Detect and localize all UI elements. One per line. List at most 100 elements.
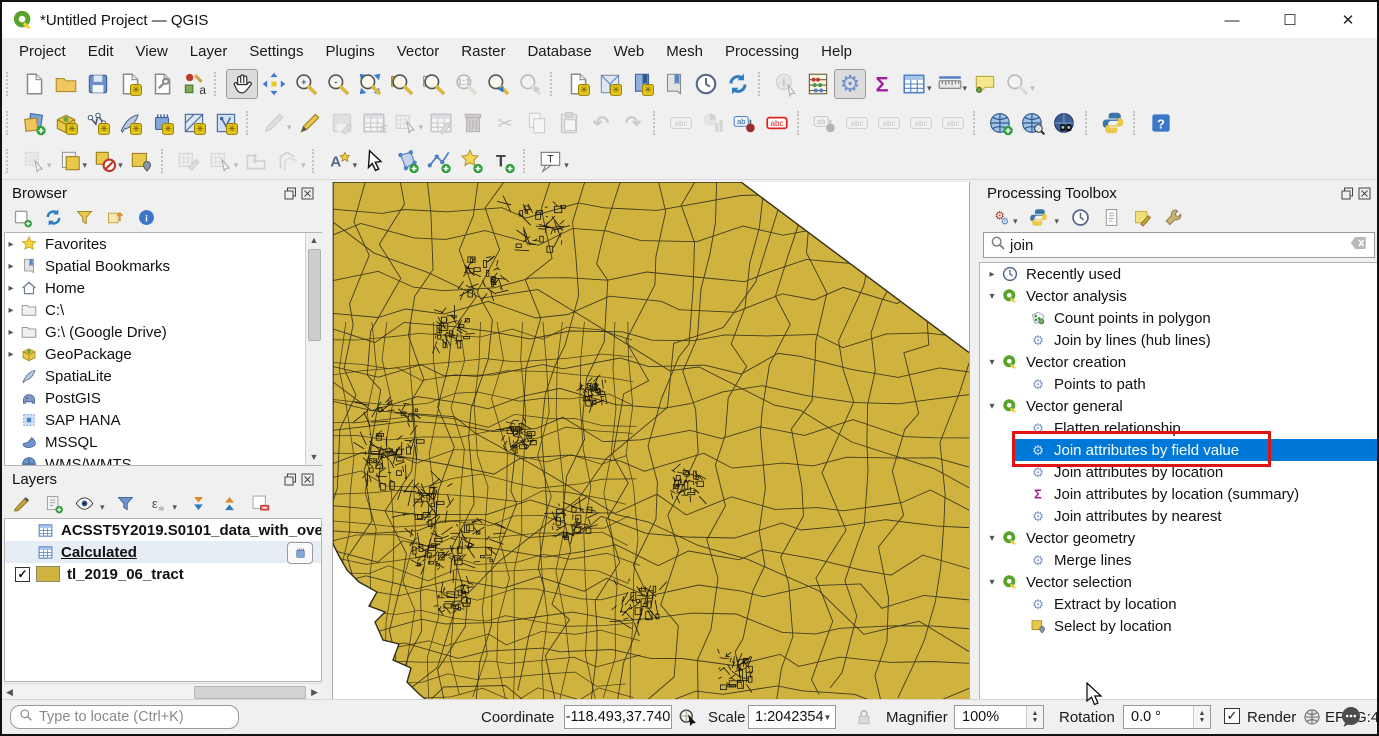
- algorithm-merge-lines[interactable]: ⚙Merge lines: [980, 549, 1378, 571]
- expand-arrow-icon[interactable]: ▾: [986, 291, 998, 302]
- style-manager-button[interactable]: a: [178, 69, 210, 99]
- new-spatial-bookmark-button[interactable]: ✳: [626, 69, 658, 99]
- collapse-all-button[interactable]: [103, 205, 127, 229]
- layers-float-icon[interactable]: [284, 473, 297, 486]
- browser-item-geopackage[interactable]: ▸GeoPackage: [5, 343, 321, 365]
- attribute-table-dropdown-icon[interactable]: ▾: [927, 83, 932, 94]
- browser-item-postgis[interactable]: PostGIS: [5, 387, 321, 409]
- new-temporary-scratch-layer-button[interactable]: ✳: [210, 108, 242, 138]
- menu-layer[interactable]: Layer: [179, 40, 239, 63]
- filter-browser-button[interactable]: [72, 205, 96, 229]
- render-checkbox[interactable]: ✓: [1224, 708, 1240, 724]
- show-spatial-bookmarks-button[interactable]: [658, 69, 690, 99]
- algorithm-vector-creation[interactable]: ▾Vector creation: [980, 351, 1378, 373]
- toolbar-grip[interactable]: [161, 149, 168, 173]
- new-mesh-layer-button[interactable]: ✳: [178, 108, 210, 138]
- expand-arrow-icon[interactable]: ▸: [5, 283, 17, 294]
- toolbar-grip[interactable]: [797, 111, 804, 135]
- select-annotation-button[interactable]: [359, 146, 391, 176]
- magnifier-spinbox[interactable]: 100% ▲▼: [954, 705, 1044, 729]
- algorithm-vector-geometry[interactable]: ▾Vector geometry: [980, 527, 1378, 549]
- browser-item-favorites[interactable]: ▸Favorites: [5, 233, 321, 255]
- minimize-button[interactable]: —: [1203, 2, 1261, 38]
- select-by-value-dropdown-icon[interactable]: ▾: [83, 160, 88, 171]
- expand-arrow-icon[interactable]: ▾: [986, 533, 998, 544]
- menu-processing[interactable]: Processing: [714, 40, 810, 63]
- edit-features-in-place-button[interactable]: [1130, 205, 1154, 229]
- python-scripts-dropdown-icon[interactable]: ▾: [1055, 216, 1060, 227]
- pan-to-selection-button[interactable]: [258, 69, 290, 99]
- scroll-up-icon[interactable]: ▲: [306, 233, 322, 248]
- filter-expression-dropdown-icon[interactable]: ▾: [173, 502, 178, 513]
- browser-close-icon[interactable]: [301, 187, 314, 200]
- refresh-browser-button[interactable]: [41, 205, 65, 229]
- manage-map-themes-button[interactable]: [72, 491, 96, 515]
- menu-help[interactable]: Help: [810, 40, 863, 63]
- algorithm-join-attributes-by-location-summary[interactable]: ΣJoin attributes by location (summary): [980, 483, 1378, 505]
- menu-mesh[interactable]: Mesh: [655, 40, 714, 63]
- deselect-all-dropdown-icon[interactable]: ▾: [118, 160, 123, 171]
- annotation-layer-button[interactable]: A: [324, 146, 356, 176]
- layout-manager-button[interactable]: ✳: [114, 69, 146, 99]
- locator-actions-dropdown-icon[interactable]: ▾: [1030, 83, 1035, 94]
- history-button[interactable]: [1068, 205, 1092, 229]
- line-annotation-button[interactable]: [423, 146, 455, 176]
- open-layer-styling-button[interactable]: [10, 491, 34, 515]
- expand-all-button[interactable]: [186, 491, 210, 515]
- algorithm-select-by-location[interactable]: Select by location: [980, 615, 1378, 637]
- browser-item-mssql[interactable]: MSSQL: [5, 431, 321, 453]
- text-annotation-button[interactable]: T: [487, 146, 519, 176]
- toolbar-grip[interactable]: [214, 72, 221, 96]
- algorithm-flatten-relationship[interactable]: ⚙Flatten relationship: [980, 417, 1378, 439]
- layer-visibility-checkbox[interactable]: ✓: [15, 567, 30, 582]
- algorithm-extract-by-location[interactable]: ⚙Extract by location: [980, 593, 1378, 615]
- rotation-spin-arrows[interactable]: ▲▼: [1193, 706, 1210, 728]
- locate-search-box[interactable]: Type to locate (Ctrl+K): [10, 705, 239, 729]
- algorithm-vector-analysis[interactable]: ▾Vector analysis: [980, 285, 1378, 307]
- options-button[interactable]: [1161, 205, 1185, 229]
- measure-button[interactable]: [934, 69, 966, 99]
- map-canvas[interactable]: [332, 182, 970, 702]
- expand-arrow-icon[interactable]: ▾: [986, 357, 998, 368]
- scroll-right-icon[interactable]: ▶: [311, 687, 318, 698]
- collapse-all-layers-button[interactable]: [217, 491, 241, 515]
- open-project-button[interactable]: [50, 69, 82, 99]
- toolbar-grip[interactable]: [6, 72, 13, 96]
- expand-arrow-icon[interactable]: ▾: [986, 401, 998, 412]
- layers-close-icon[interactable]: [301, 473, 314, 486]
- new-shapefile-layer-button[interactable]: ✳: [82, 108, 114, 138]
- expand-arrow-icon[interactable]: ▸: [5, 349, 17, 360]
- toolbar-grip[interactable]: [6, 149, 13, 173]
- new-3d-map-view-button[interactable]: ✳: [594, 69, 626, 99]
- toggle-editing-button[interactable]: [294, 108, 326, 138]
- toolbar-grip[interactable]: [653, 111, 660, 135]
- magnifier-spin-arrows[interactable]: ▲▼: [1026, 706, 1043, 728]
- select-features-dropdown-icon[interactable]: ▾: [47, 160, 52, 171]
- extents-toggle-icon[interactable]: [678, 706, 700, 732]
- zoom-to-selection-button[interactable]: [386, 69, 418, 99]
- offset-curve-dropdown-icon[interactable]: ▾: [301, 160, 306, 171]
- scroll-left-icon[interactable]: ◀: [6, 687, 13, 698]
- statistical-summary-button[interactable]: Σ: [866, 69, 898, 99]
- log-messages-button[interactable]: [1339, 705, 1363, 733]
- zoom-to-layer-button[interactable]: [418, 69, 450, 99]
- new-virtual-layer-button[interactable]: ✳: [146, 108, 178, 138]
- clear-search-icon[interactable]: [1350, 235, 1368, 256]
- select-by-location-button[interactable]: [125, 146, 157, 176]
- toolbar-grip[interactable]: [758, 72, 765, 96]
- add-selected-layers-button[interactable]: [10, 205, 34, 229]
- processing-toolbox-button[interactable]: ⚙: [834, 69, 866, 99]
- close-button[interactable]: ✕: [1319, 2, 1377, 38]
- scale-dropdown-icon[interactable]: ▼: [824, 713, 832, 722]
- browser-item-spatial-bookmarks[interactable]: ▸Spatial Bookmarks: [5, 255, 321, 277]
- menu-plugins[interactable]: Plugins: [315, 40, 386, 63]
- browser-item-home[interactable]: ▸Home: [5, 277, 321, 299]
- algorithm-vector-selection[interactable]: ▾Vector selection: [980, 571, 1378, 593]
- text-box-annotation-dropdown-icon[interactable]: ▾: [564, 160, 569, 171]
- project-properties-button[interactable]: [146, 69, 178, 99]
- refresh-button[interactable]: [722, 69, 754, 99]
- algorithm-points-to-path[interactable]: ⚙Points to path: [980, 373, 1378, 395]
- results-viewer-button[interactable]: [1099, 205, 1123, 229]
- rotation-spinbox[interactable]: 0.0 ° ▲▼: [1123, 705, 1211, 729]
- zoom-last-button[interactable]: [482, 69, 514, 99]
